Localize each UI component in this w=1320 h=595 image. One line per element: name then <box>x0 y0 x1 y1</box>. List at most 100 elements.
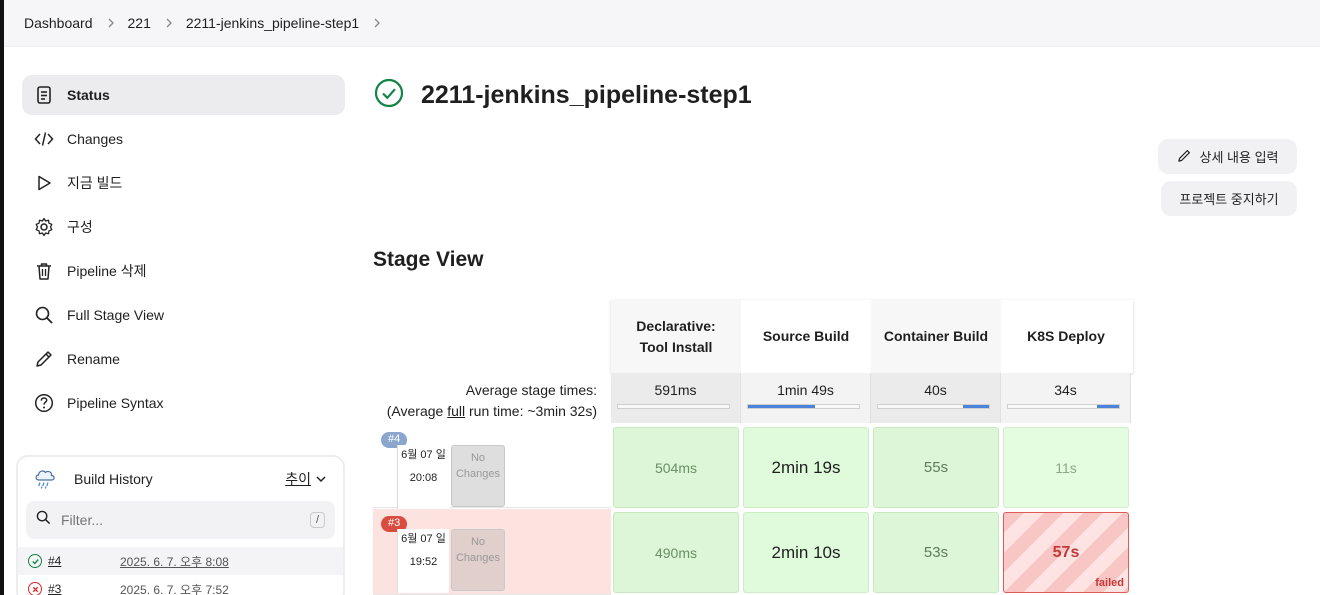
run-stage-cells: 504ms 2min 19s 55s 11s <box>611 425 1133 510</box>
average-time: 591ms <box>654 382 697 398</box>
breadcrumb: Dashboard 221 2211-jenkins_pipeline-step… <box>4 0 1320 47</box>
changes-box[interactable]: No Changes <box>451 445 505 507</box>
pencil-icon <box>1177 148 1200 166</box>
stage-cell[interactable]: 490ms <box>613 512 739 593</box>
average-cell: 34s <box>1001 373 1131 423</box>
search-icon <box>34 305 54 325</box>
stage-cell-failed[interactable]: 57s failed <box>1003 512 1129 593</box>
average-time: 40s <box>924 382 947 398</box>
run-date: 6월 07 일 19:52 <box>397 529 449 593</box>
average-times-label: Average stage times: (Average full run t… <box>373 380 597 422</box>
average-bar-fill <box>963 405 989 408</box>
sidebar-item-configure[interactable]: 구성 <box>22 207 345 247</box>
chevron-down-icon[interactable] <box>315 473 327 485</box>
shortcut-hint: / <box>309 512 325 528</box>
stage-cell[interactable]: 2min 10s <box>743 512 869 593</box>
stage-header-row: Declarative: Tool Install Source Build C… <box>611 300 1133 373</box>
stage-header: Declarative: Tool Install <box>611 300 741 373</box>
average-bar-fill <box>748 405 815 408</box>
stage-header: Source Build <box>741 300 871 373</box>
run-row-info: #3 6월 07 일 19:52 No Changes <box>373 509 611 595</box>
sidebar-item-build-now[interactable]: 지금 빌드 <box>22 163 345 203</box>
run-time: 19:52 <box>409 556 438 568</box>
sidebar-item-label: Rename <box>67 351 120 367</box>
disable-project-button[interactable]: 프로젝트 중지하기 <box>1161 181 1297 216</box>
play-icon <box>34 173 54 193</box>
sidebar-item-full-stage-view[interactable]: Full Stage View <box>22 295 345 335</box>
full-link[interactable]: full <box>447 403 465 419</box>
stage-header: K8S Deploy <box>1001 300 1131 373</box>
disable-project-label: 프로젝트 중지하기 <box>1179 192 1279 207</box>
build-date-link[interactable]: 2025. 6. 7. 오후 8:08 <box>120 553 229 570</box>
page-header: 2211-jenkins_pipeline-step1 <box>374 78 752 113</box>
success-icon <box>28 554 42 568</box>
sidebar-item-rename[interactable]: Rename <box>22 339 345 379</box>
help-icon <box>34 393 54 413</box>
breadcrumb-dashboard[interactable]: Dashboard <box>24 15 93 31</box>
average-cell: 1min 49s <box>741 373 871 423</box>
filter-input[interactable] <box>61 512 310 528</box>
sidebar-item-status[interactable]: Status <box>22 75 345 115</box>
sidebar-item-label: Changes <box>67 131 124 147</box>
build-number-link[interactable]: #3 <box>48 582 120 595</box>
pencil-icon <box>34 349 54 369</box>
run-date-text: 6월 07 일 <box>401 533 446 545</box>
average-run-prefix: (Average <box>386 403 448 419</box>
average-time: 34s <box>1054 382 1077 398</box>
average-run-suffix: run time: ~3min 32s) <box>465 403 597 419</box>
average-stage-times-text: Average stage times: <box>465 382 597 398</box>
stage-cell[interactable]: 11s <box>1003 427 1129 508</box>
edit-description-label: 상세 내용 입력 <box>1199 150 1279 165</box>
stage-cell[interactable]: 55s <box>873 427 999 508</box>
build-history-header: Build History 추이 <box>18 457 343 501</box>
build-filter: / <box>26 501 335 539</box>
code-icon <box>34 129 54 149</box>
stage-view-title: Stage View <box>373 248 484 271</box>
stage-cell[interactable]: 504ms <box>613 427 739 508</box>
stage-duration: 57s <box>1052 543 1080 561</box>
failed-icon <box>28 582 42 595</box>
sidebar-item-pipeline-syntax[interactable]: Pipeline Syntax <box>22 383 345 423</box>
stage-cell[interactable]: 53s <box>873 512 999 593</box>
run-time: 20:08 <box>409 472 438 484</box>
trend-link[interactable]: 추이 <box>285 469 311 489</box>
sidebar-item-label: Full Stage View <box>67 307 165 323</box>
build-row[interactable]: #4 2025. 6. 7. 오후 8:08 <box>18 547 343 575</box>
sidebar-item-delete-pipeline[interactable]: Pipeline 삭제 <box>22 251 345 291</box>
average-cell: 40s <box>871 373 1001 423</box>
breadcrumb-job[interactable]: 2211-jenkins_pipeline-step1 <box>186 15 359 31</box>
gear-icon <box>34 217 54 237</box>
average-time: 1min 49s <box>777 382 834 398</box>
average-row: 591ms 1min 49s 40s 34s <box>611 373 1133 423</box>
chevron-right-icon[interactable] <box>372 18 382 28</box>
cloud-rain-icon <box>32 465 58 494</box>
run-date-text: 6월 07 일 <box>401 449 446 461</box>
build-number-link[interactable]: #4 <box>48 554 120 568</box>
sidebar-item-label: Status <box>67 87 110 103</box>
edit-description-button[interactable]: 상세 내용 입력 <box>1158 139 1297 174</box>
average-bar <box>877 404 990 409</box>
run-row-info: #4 6월 07 일 20:08 No Changes <box>373 425 611 509</box>
trash-icon <box>34 261 54 281</box>
build-history-title: Build History <box>74 471 153 487</box>
average-bar <box>1007 404 1120 409</box>
run-date: 6월 07 일 20:08 <box>397 445 449 509</box>
success-status-icon <box>374 78 404 113</box>
stage-cell[interactable]: 2min 19s <box>743 427 869 508</box>
breadcrumb-folder[interactable]: 221 <box>128 15 151 31</box>
sidebar-item-changes[interactable]: Changes <box>22 119 345 159</box>
chevron-right-icon <box>164 18 174 28</box>
sidebar-item-label: Pipeline Syntax <box>67 395 164 411</box>
chevron-right-icon <box>106 18 116 28</box>
build-date-link[interactable]: 2025. 6. 7. 오후 7:52 <box>120 581 229 595</box>
changes-box[interactable]: No Changes <box>451 529 505 591</box>
build-history-panel: Build History 추이 / #4 2025. 6. 7. 오후 8:0… <box>16 455 345 595</box>
document-icon <box>34 85 54 105</box>
stage-header: Container Build <box>871 300 1001 373</box>
average-bar-fill <box>1096 405 1119 408</box>
run-stage-cells: 490ms 2min 10s 53s 57s failed <box>611 510 1133 595</box>
build-row[interactable]: #3 2025. 6. 7. 오후 7:52 <box>18 575 343 595</box>
average-bar <box>747 404 860 409</box>
average-bar <box>617 404 730 409</box>
sidebar-item-label: Pipeline 삭제 <box>67 263 147 279</box>
